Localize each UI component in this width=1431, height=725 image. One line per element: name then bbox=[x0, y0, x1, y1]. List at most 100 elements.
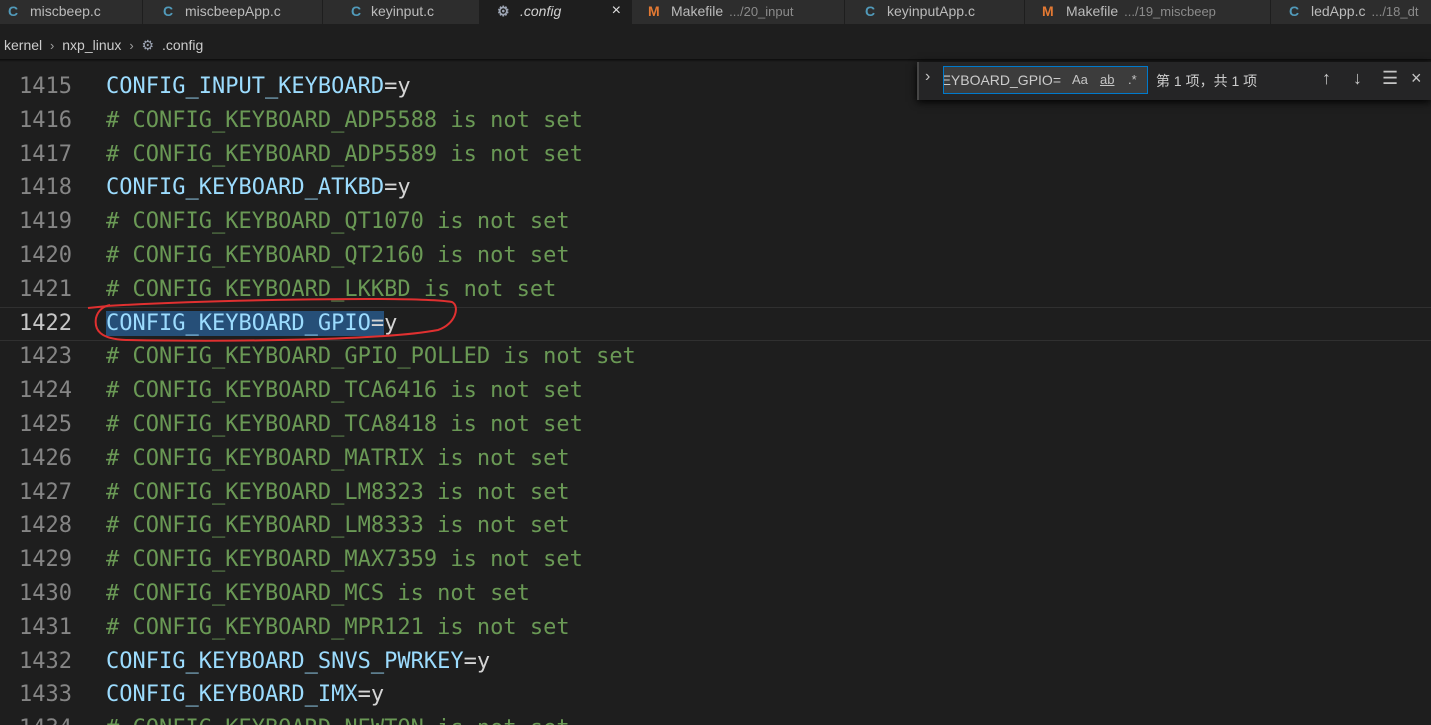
code-line[interactable]: 1428 # CONFIG_KEYBOARD_LM8333 is not set bbox=[0, 509, 1431, 543]
config-key: CONFIG_INPUT_KEYBOARD bbox=[106, 74, 385, 99]
code-line[interactable]: 1429 # CONFIG_KEYBOARD_MAX7359 is not set bbox=[0, 543, 1431, 577]
chevron-right-icon: › bbox=[50, 38, 55, 53]
arrow-down-icon[interactable]: ↓ bbox=[1353, 68, 1362, 89]
match-case-toggle[interactable]: Aa bbox=[1072, 67, 1088, 93]
tab-description: .../19_miscbeep bbox=[1124, 4, 1216, 19]
code-line[interactable]: 1427 # CONFIG_KEYBOARD_LM8323 is not set bbox=[0, 476, 1431, 510]
config-key: CONFIG_KEYBOARD_SNVS_PWRKEY bbox=[106, 648, 464, 674]
code-text: # CONFIG_KEYBOARD_TCA8418 is not set bbox=[106, 408, 583, 442]
line-number: 1427 bbox=[19, 479, 72, 505]
comment-text: # CONFIG_KEYBOARD_MAX7359 is not set bbox=[106, 547, 583, 573]
tab-label: ledApp.c .../18_dt bbox=[1311, 0, 1418, 23]
equals-sign: = bbox=[384, 74, 398, 99]
find-input[interactable]: EYBOARD_GPIO= Aa ab .* bbox=[943, 66, 1148, 94]
line-number: 1430 bbox=[19, 581, 72, 606]
c-file-icon: C bbox=[865, 3, 876, 19]
line-number: 1426 bbox=[19, 445, 72, 471]
code-text: # CONFIG_KEYBOARD_MAX7359 is not set bbox=[106, 543, 583, 577]
tab-description: .../20_input bbox=[729, 4, 794, 19]
tab-makefile-20-input[interactable]: M Makefile .../20_input bbox=[632, 0, 845, 24]
comment-text: # CONFIG_KEYBOARD_MATRIX is not set bbox=[106, 445, 570, 471]
tab-keyinput-c[interactable]: C keyinput.c bbox=[323, 0, 480, 24]
line-number: 1431 bbox=[19, 614, 72, 640]
tab-keyinputapp-c[interactable]: C keyinputApp.c bbox=[845, 0, 1025, 24]
comment-text: # CONFIG_KEYBOARD_NEWTON is not set bbox=[106, 716, 570, 725]
code-text: CONFIG_KEYBOARD_ATKBD=y bbox=[106, 171, 411, 205]
tab-miscbeepapp-c[interactable]: C miscbeepApp.c bbox=[143, 0, 323, 24]
code-line[interactable]: 1419 # CONFIG_KEYBOARD_QT1070 is not set bbox=[0, 205, 1431, 239]
line-number: 1417 bbox=[19, 141, 72, 167]
line-number: 1432 bbox=[19, 648, 72, 674]
code-text: # CONFIG_KEYBOARD_MATRIX is not set bbox=[106, 442, 570, 476]
code-line[interactable]: 1426 # CONFIG_KEYBOARD_MATRIX is not set bbox=[0, 442, 1431, 476]
breadcrumb-item-config[interactable]: .config bbox=[162, 33, 203, 57]
config-value: y bbox=[397, 175, 411, 201]
makefile-icon: M bbox=[648, 3, 660, 19]
comment-text: # CONFIG_KEYBOARD_QT2160 is not set bbox=[106, 243, 570, 268]
match-count: 第 1 项，共 1 项 bbox=[1156, 73, 1258, 89]
code-line[interactable]: 1425 # CONFIG_KEYBOARD_TCA8418 is not set bbox=[0, 408, 1431, 442]
code-line[interactable]: 1418 CONFIG_KEYBOARD_ATKBD=y bbox=[0, 171, 1431, 205]
code-line[interactable]: 1430 # CONFIG_KEYBOARD_MCS is not set bbox=[0, 577, 1431, 611]
red-annotation-circle bbox=[87, 298, 457, 342]
comment-text: # CONFIG_KEYBOARD_GPIO_POLLED is not set bbox=[106, 344, 636, 370]
code-line[interactable]: 1424 # CONFIG_KEYBOARD_TCA6416 is not set bbox=[0, 374, 1431, 408]
equals-sign: = bbox=[463, 648, 477, 674]
tab-name: Makefile bbox=[1066, 3, 1119, 19]
config-value: y bbox=[370, 682, 385, 708]
line-number: 1416 bbox=[19, 107, 72, 133]
code-text: CONFIG_KEYBOARD_SNVS_PWRKEY=y bbox=[106, 645, 490, 679]
breadcrumb-item-nxp-linux[interactable]: nxp_linux bbox=[62, 33, 121, 57]
equals-sign: = bbox=[384, 175, 398, 201]
line-number: 1428 bbox=[19, 513, 72, 539]
tab-label: Makefile .../20_input bbox=[671, 0, 793, 23]
tab-name: ledApp.c bbox=[1311, 3, 1366, 19]
code-text: # CONFIG_KEYBOARD_ADP5589 is not set bbox=[106, 138, 583, 172]
code-line[interactable]: 1434 # CONFIG_KEYBOARD_NEWTON is not set bbox=[0, 712, 1431, 725]
arrow-up-icon[interactable]: ↑ bbox=[1322, 68, 1331, 89]
comment-text: # CONFIG_KEYBOARD_MCS is not set bbox=[106, 581, 530, 606]
tab-name: Makefile bbox=[671, 3, 724, 19]
regex-toggle[interactable]: .* bbox=[1128, 67, 1137, 93]
code-line[interactable]: 1432 CONFIG_KEYBOARD_SNVS_PWRKEY=y bbox=[0, 645, 1431, 679]
chevron-right-icon: › bbox=[129, 38, 134, 53]
close-icon[interactable]: × bbox=[1411, 68, 1422, 89]
c-file-icon: C bbox=[163, 3, 174, 19]
code-line[interactable]: 1433 CONFIG_KEYBOARD_IMX=y bbox=[0, 678, 1431, 712]
tab-miscbeep-c[interactable]: C miscbeep.c bbox=[0, 0, 143, 24]
breadcrumb-item-kernel[interactable]: kernel bbox=[4, 33, 42, 57]
comment-text: # CONFIG_KEYBOARD_MPR121 is not set bbox=[106, 614, 570, 640]
config-value: y bbox=[476, 648, 491, 674]
find-widget: › EYBOARD_GPIO= Aa ab .* 第 1 项，共 1 项 ↑ ↓… bbox=[917, 62, 1431, 100]
tab-description: .../18_dt bbox=[1371, 4, 1419, 19]
code-text: # CONFIG_KEYBOARD_MPR121 is not set bbox=[106, 611, 570, 645]
code-text: # CONFIG_KEYBOARD_NEWTON is not set bbox=[106, 712, 570, 725]
comment-text: # CONFIG_KEYBOARD_LM8323 is not set bbox=[106, 479, 570, 505]
tab-label: .config bbox=[520, 3, 562, 19]
code-line[interactable]: 1416 # CONFIG_KEYBOARD_ADP5588 is not set bbox=[0, 104, 1431, 138]
c-file-icon: C bbox=[8, 3, 19, 19]
whole-word-toggle[interactable]: ab bbox=[1100, 67, 1114, 93]
comment-text: # CONFIG_KEYBOARD_TCA8418 is not set bbox=[106, 412, 583, 437]
toggle-replace-chevron-icon[interactable]: › bbox=[925, 68, 930, 86]
line-number: 1429 bbox=[19, 547, 72, 573]
line-number: 1418 bbox=[19, 175, 72, 201]
tab-makefile-19-miscbeep[interactable]: M Makefile .../19_miscbeep bbox=[1025, 0, 1271, 24]
tab-ledapp-c[interactable]: C ledApp.c .../18_dt bbox=[1271, 0, 1431, 24]
tab-label: miscbeepApp.c bbox=[185, 3, 281, 19]
close-icon[interactable]: × bbox=[612, 0, 621, 22]
makefile-icon: M bbox=[1042, 3, 1054, 19]
code-editor[interactable]: 1415 CONFIG_INPUT_KEYBOARD=y 1416 # CONFIG_… bbox=[0, 62, 1431, 725]
tab-config-active[interactable]: ⚙ .config × bbox=[480, 0, 632, 24]
comment-text: # CONFIG_KEYBOARD_QT1070 is not set bbox=[106, 209, 570, 235]
code-text: # CONFIG_KEYBOARD_TCA6416 is not set bbox=[106, 374, 583, 408]
code-text: # CONFIG_KEYBOARD_ADP5588 is not set bbox=[106, 104, 583, 138]
code-line[interactable]: 1420 # CONFIG_KEYBOARD_QT2160 is not set bbox=[0, 239, 1431, 273]
find-in-selection-icon[interactable]: ☰ bbox=[1382, 68, 1398, 89]
config-key: CONFIG_KEYBOARD_IMX bbox=[106, 682, 358, 708]
line-number: 1419 bbox=[19, 209, 72, 235]
code-line[interactable]: 1417 # CONFIG_KEYBOARD_ADP5589 is not set bbox=[0, 138, 1431, 172]
line-number: 1420 bbox=[19, 243, 72, 268]
code-line[interactable]: 1431 # CONFIG_KEYBOARD_MPR121 is not set bbox=[0, 611, 1431, 645]
code-text: # CONFIG_KEYBOARD_LM8333 is not set bbox=[106, 509, 570, 543]
